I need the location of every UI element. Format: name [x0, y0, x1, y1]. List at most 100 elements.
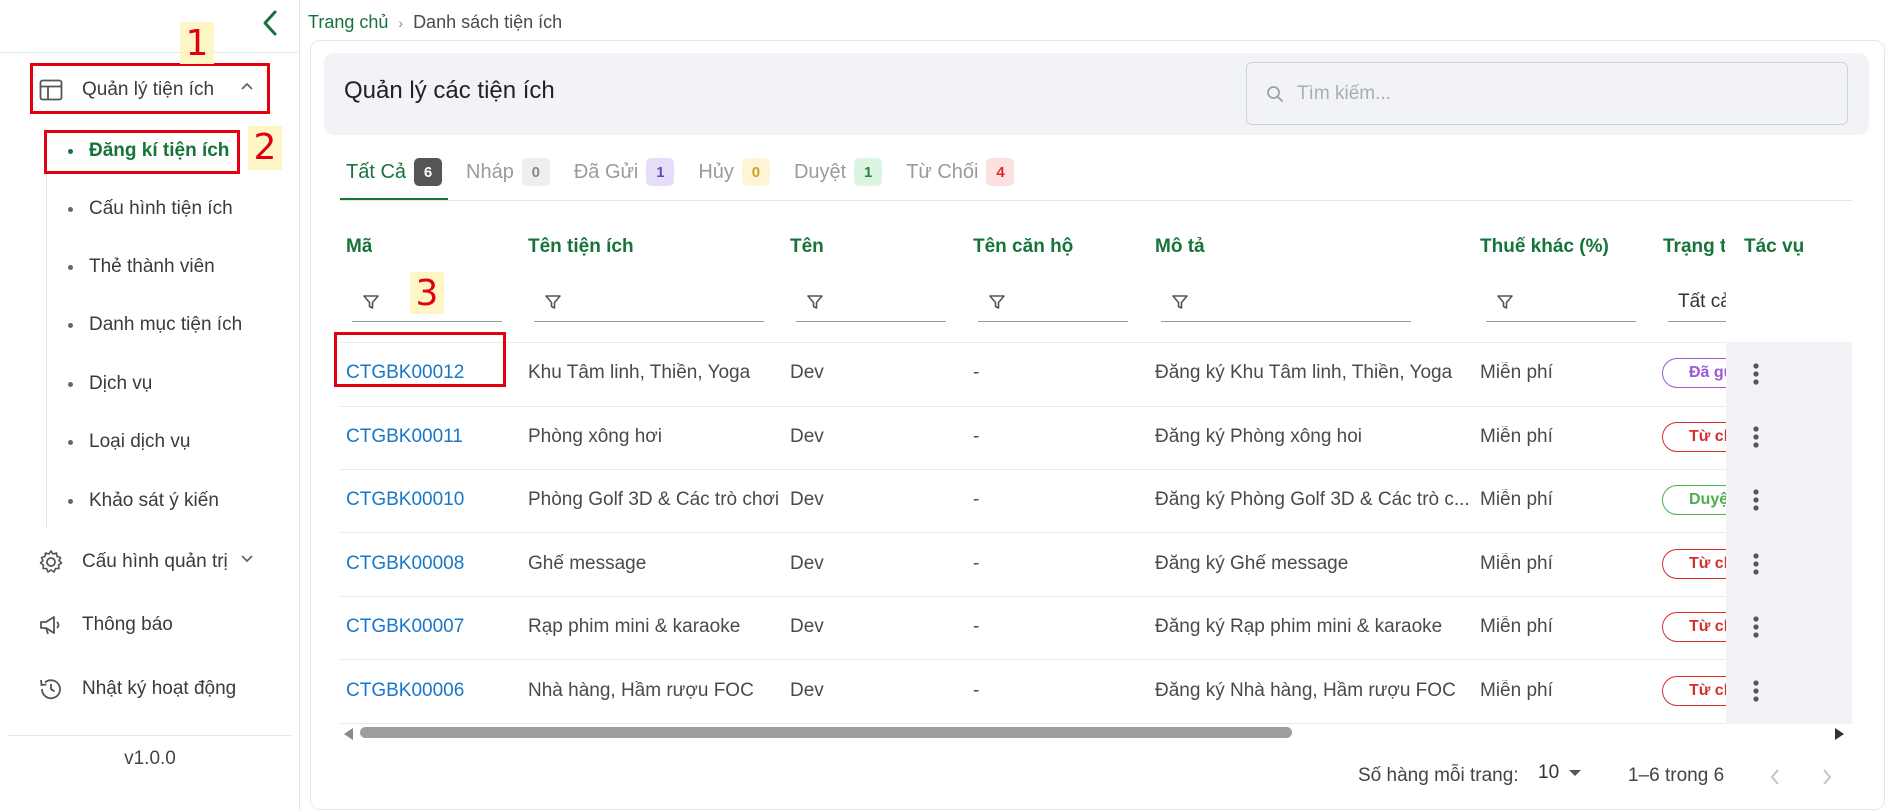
row-divider — [340, 723, 1852, 724]
tab-approved[interactable]: Duyệt 1 — [788, 155, 888, 201]
tab-draft[interactable]: Nháp 0 — [460, 155, 556, 201]
column-header-tax[interactable]: Thuế khác (%) — [1480, 236, 1609, 258]
next-page-button[interactable] — [1810, 760, 1844, 794]
tab-count-badge: 0 — [521, 158, 550, 186]
menu-item-notifications[interactable]: Thông báo — [30, 600, 270, 650]
annotation-number-1: 1 — [180, 22, 214, 64]
tab-count-badge: 1 — [646, 158, 675, 186]
page-title: Quản lý các tiện ích — [344, 77, 555, 104]
version-label: v1.0.0 — [124, 748, 176, 769]
layout-icon — [36, 75, 66, 105]
row-code-link[interactable]: CTGBK00010 — [346, 489, 464, 511]
filter-apartment[interactable] — [978, 282, 1128, 322]
column-header-facility-name[interactable]: Tên tiện ích — [528, 236, 634, 258]
column-header-description[interactable]: Mô tả — [1155, 236, 1205, 258]
filter-description[interactable] — [1161, 282, 1411, 322]
column-header-name[interactable]: Tên — [790, 236, 824, 258]
submenu-label: Đăng kí tiện ích — [89, 140, 230, 161]
more-vertical-icon — [1753, 363, 1759, 385]
breadcrumb-current: Danh sách tiện ích — [413, 12, 563, 32]
horizontal-scrollbar[interactable] — [344, 725, 1844, 741]
bullet-dot — [68, 264, 73, 270]
row-description: Đăng ký Nhà hàng, Hầm rượu FOC — [1155, 680, 1456, 701]
row-owner: Dev — [790, 616, 824, 637]
row-actions-button[interactable] — [1740, 417, 1772, 457]
scroll-left-arrow-icon[interactable] — [344, 728, 353, 740]
column-header-code[interactable]: Mã — [346, 236, 372, 258]
menu-label: Nhật ký hoạt động — [82, 678, 237, 699]
actions-column — [1726, 342, 1852, 724]
search-field[interactable] — [1246, 62, 1848, 125]
row-divider — [340, 532, 1852, 533]
annotation-number-2: 2 — [248, 126, 282, 170]
row-code-link[interactable]: CTGBK00007 — [346, 616, 464, 638]
status-badge: Duyệt — [1662, 485, 1726, 515]
filter-tax[interactable] — [1486, 282, 1636, 322]
caret-down-icon — [1569, 770, 1582, 776]
row-code-link[interactable]: CTGBK00011 — [346, 426, 463, 448]
tab-sent[interactable]: Đã Gửi 1 — [568, 155, 681, 201]
row-owner: Dev — [790, 489, 824, 510]
row-apartment: - — [973, 680, 980, 701]
status-badge: Từ chối — [1662, 612, 1726, 642]
row-divider — [340, 342, 1852, 343]
gear-icon — [36, 547, 66, 577]
tab-all[interactable]: Tất Cả 6 — [340, 155, 449, 201]
row-actions-button[interactable] — [1740, 671, 1772, 711]
scrollbar-thumb[interactable] — [360, 727, 1292, 738]
tab-rejected[interactable]: Từ Chối 4 — [900, 155, 1020, 201]
tab-cancelled[interactable]: Hủy 0 — [692, 155, 776, 201]
rows-per-page-value: 10 — [1538, 762, 1560, 783]
row-tax: Miễn phí — [1480, 426, 1553, 447]
filter-facility-name[interactable] — [534, 282, 764, 322]
column-header-apartment[interactable]: Tên căn hộ — [973, 236, 1073, 258]
row-actions-button[interactable] — [1740, 607, 1772, 647]
menu-item-facility-management[interactable]: Quản lý tiện ích — [30, 65, 270, 115]
chevron-up-icon — [241, 82, 253, 90]
row-code-link[interactable]: CTGBK00012 — [346, 362, 464, 384]
collapse-sidebar-button[interactable] — [255, 5, 285, 41]
scroll-right-arrow-icon[interactable] — [1835, 728, 1844, 740]
search-input[interactable] — [1297, 82, 1817, 105]
row-code-link[interactable]: CTGBK00006 — [346, 680, 464, 702]
tab-label: Hủy — [698, 160, 734, 183]
menu-item-admin-config[interactable]: Cấu hình quản trị — [30, 537, 270, 587]
submenu-label: Thẻ thành viên — [89, 256, 215, 277]
filter-icon — [542, 291, 564, 313]
row-actions-button[interactable] — [1740, 544, 1772, 584]
row-owner: Dev — [790, 553, 824, 574]
pagination-range: 1–6 trong 6 — [1628, 765, 1725, 786]
status-badge: Đã gửi — [1662, 358, 1726, 388]
submenu-item-register-facility[interactable]: Đăng kí tiện ích — [46, 131, 276, 171]
filter-status-select[interactable]: Tất cả — [1668, 282, 1726, 322]
more-vertical-icon — [1753, 426, 1759, 448]
row-tax: Miễn phí — [1480, 553, 1553, 574]
previous-page-button[interactable] — [1758, 760, 1792, 794]
row-apartment: - — [973, 489, 980, 510]
submenu-item-survey[interactable]: Khảo sát ý kiến — [46, 481, 276, 521]
menu-item-activity-log[interactable]: Nhật ký hoạt động — [30, 664, 270, 714]
status-badge: Từ chối — [1662, 422, 1726, 452]
submenu-item-member-card[interactable]: Thẻ thành viên — [46, 247, 276, 287]
annotation-number-3: 3 — [410, 272, 444, 314]
tabs-divider — [340, 200, 1852, 201]
breadcrumb-separator-icon: › — [398, 14, 404, 31]
breadcrumb-home-link[interactable]: Trang chủ — [308, 12, 388, 33]
row-actions-button[interactable] — [1740, 480, 1772, 520]
row-apartment: - — [973, 616, 980, 637]
submenu-label: Dịch vụ — [89, 373, 153, 394]
row-actions-button[interactable] — [1740, 354, 1772, 394]
column-header-status[interactable]: Trạng thái — [1663, 236, 1725, 258]
rows-per-page-select[interactable]: 10 — [1538, 762, 1582, 784]
row-owner: Dev — [790, 680, 824, 701]
menu-label: Quản lý tiện ích — [82, 79, 215, 100]
submenu-item-facility-config[interactable]: Cấu hình tiện ích — [46, 189, 276, 229]
submenu-item-facility-category[interactable]: Danh mục tiện ích — [46, 305, 276, 345]
column-header-actions: Tác vụ — [1744, 236, 1805, 257]
row-code-link[interactable]: CTGBK00008 — [346, 553, 464, 575]
sidebar-divider — [8, 735, 292, 736]
submenu-item-service-type[interactable]: Loại dịch vụ — [46, 422, 276, 462]
filter-name[interactable] — [796, 282, 946, 322]
status-badge: Từ chối — [1662, 549, 1726, 579]
submenu-item-service[interactable]: Dịch vụ — [46, 364, 276, 404]
